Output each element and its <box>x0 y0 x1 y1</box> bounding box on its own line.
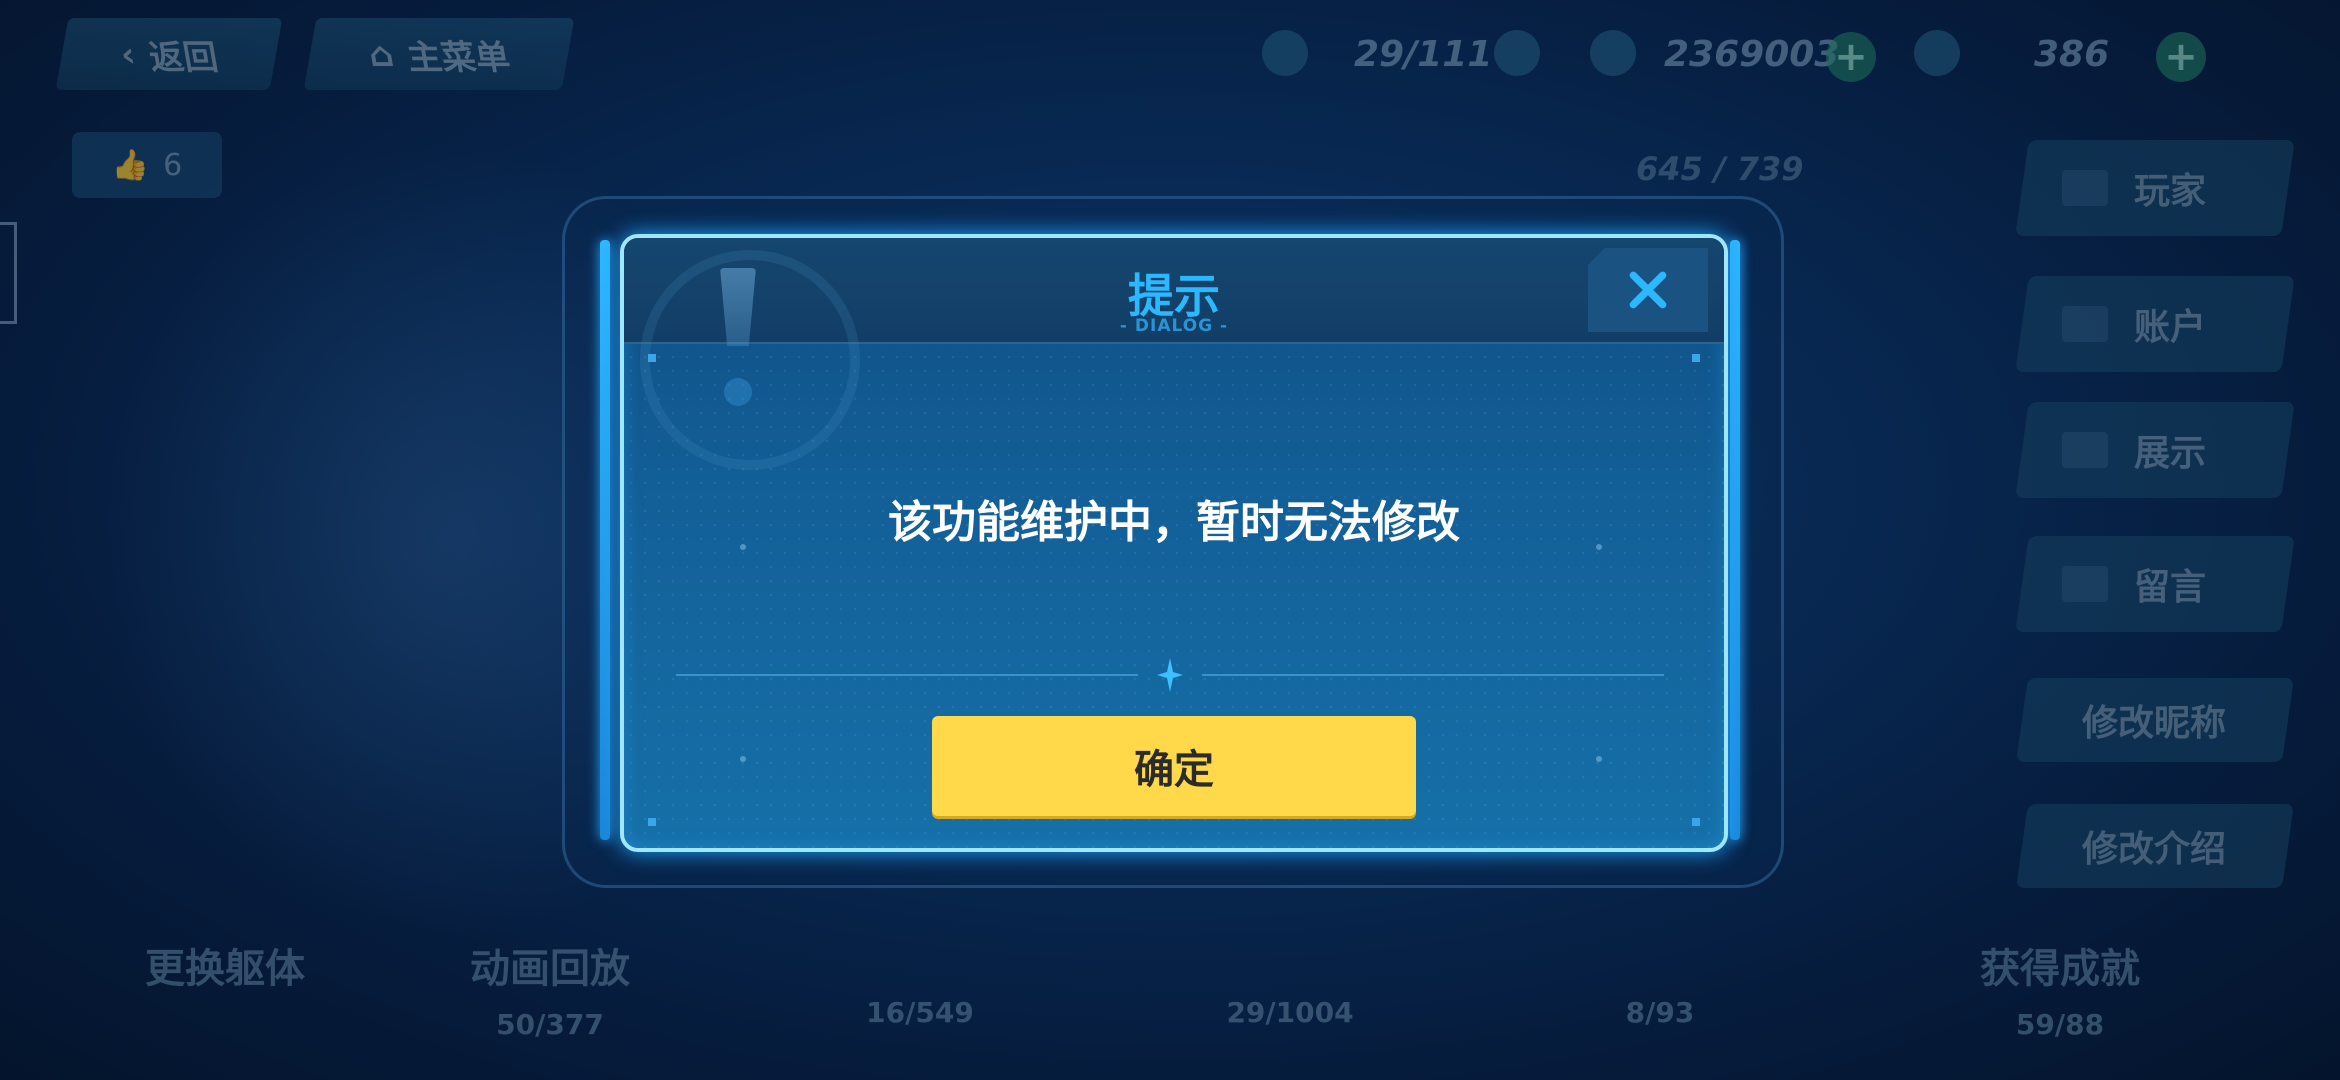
like-badge[interactable]: 👍 6 <box>72 132 222 198</box>
divider-left <box>676 674 1138 676</box>
message-icon <box>2062 566 2108 602</box>
dialog-subtitle: - DIALOG - <box>1119 316 1229 336</box>
grid-dot <box>740 756 746 762</box>
stamina-value: 29/111 <box>1354 34 1493 75</box>
corner-marker <box>1692 818 1700 826</box>
dialog-left-edge <box>600 240 610 840</box>
stat-change-body[interactable]: 更换躯体 <box>110 936 340 1008</box>
edit-intro-button[interactable]: 修改介绍 <box>2016 804 2294 888</box>
account-icon <box>2062 306 2108 342</box>
side-tab-showcase[interactable]: 展示 <box>2015 402 2295 498</box>
crystal-value: 386 <box>2034 34 2110 75</box>
edit-nickname-button[interactable]: 修改昵称 <box>2016 678 2294 762</box>
side-tab-account[interactable]: 账户 <box>2015 276 2295 372</box>
crystal-icon <box>1914 30 1960 76</box>
stat-5[interactable]: 8/93 <box>1560 936 1760 1029</box>
id-card-icon <box>2062 170 2108 206</box>
main-menu-button[interactable]: ⌂ 主菜单 <box>303 18 575 90</box>
coin-value: 2369003 <box>1664 34 1840 75</box>
divider-right <box>1202 674 1664 676</box>
showcase-icon <box>2062 432 2108 468</box>
left-edge-tab[interactable] <box>0 222 17 324</box>
corner-marker <box>1692 354 1700 362</box>
close-button[interactable] <box>1588 248 1708 332</box>
chevron-left-icon: ‹ <box>117 34 139 74</box>
profile-score: 645 / 739 <box>1636 150 1804 188</box>
dialog-message: 该功能维护中，暂时无法修改 <box>888 497 1460 548</box>
sparkle-icon <box>1157 658 1183 692</box>
dialog-right-edge <box>1730 240 1740 840</box>
back-button[interactable]: ‹ 返回 <box>55 18 283 90</box>
home-icon: ⌂ <box>365 34 397 74</box>
corner-marker <box>648 354 656 362</box>
close-icon <box>1629 271 1667 309</box>
stat-3[interactable]: 16/549 <box>820 936 1020 1029</box>
dialog-header: 提示 - DIALOG - <box>624 238 1724 470</box>
hint-dialog: 提示 - DIALOG - 该功能维护中，暂时无法修改 确定 <box>620 234 1728 852</box>
confirm-button[interactable]: 确定 <box>932 716 1416 816</box>
confirm-label: 确定 <box>1134 747 1214 793</box>
crystal-add-icon[interactable]: + <box>2156 32 2206 82</box>
grid-dot <box>1596 756 1602 762</box>
coin-icon <box>1590 30 1636 76</box>
exclamation-dot <box>724 378 752 406</box>
stamina-icon <box>1262 30 1308 76</box>
stamina-add-icon[interactable] <box>1494 30 1540 76</box>
side-tab-player[interactable]: 玩家 <box>2015 140 2295 236</box>
side-tab-messages[interactable]: 留言 <box>2015 536 2295 632</box>
stat-achievements[interactable]: 获得成就 59/88 <box>1950 936 2170 1041</box>
coin-add-icon[interactable]: + <box>1826 32 1876 82</box>
thumbs-up-icon: 👍 <box>111 147 150 183</box>
corner-marker <box>648 818 656 826</box>
stat-4[interactable]: 29/1004 <box>1180 936 1400 1029</box>
stat-animation-replay[interactable]: 动画回放 50/377 <box>440 936 660 1041</box>
